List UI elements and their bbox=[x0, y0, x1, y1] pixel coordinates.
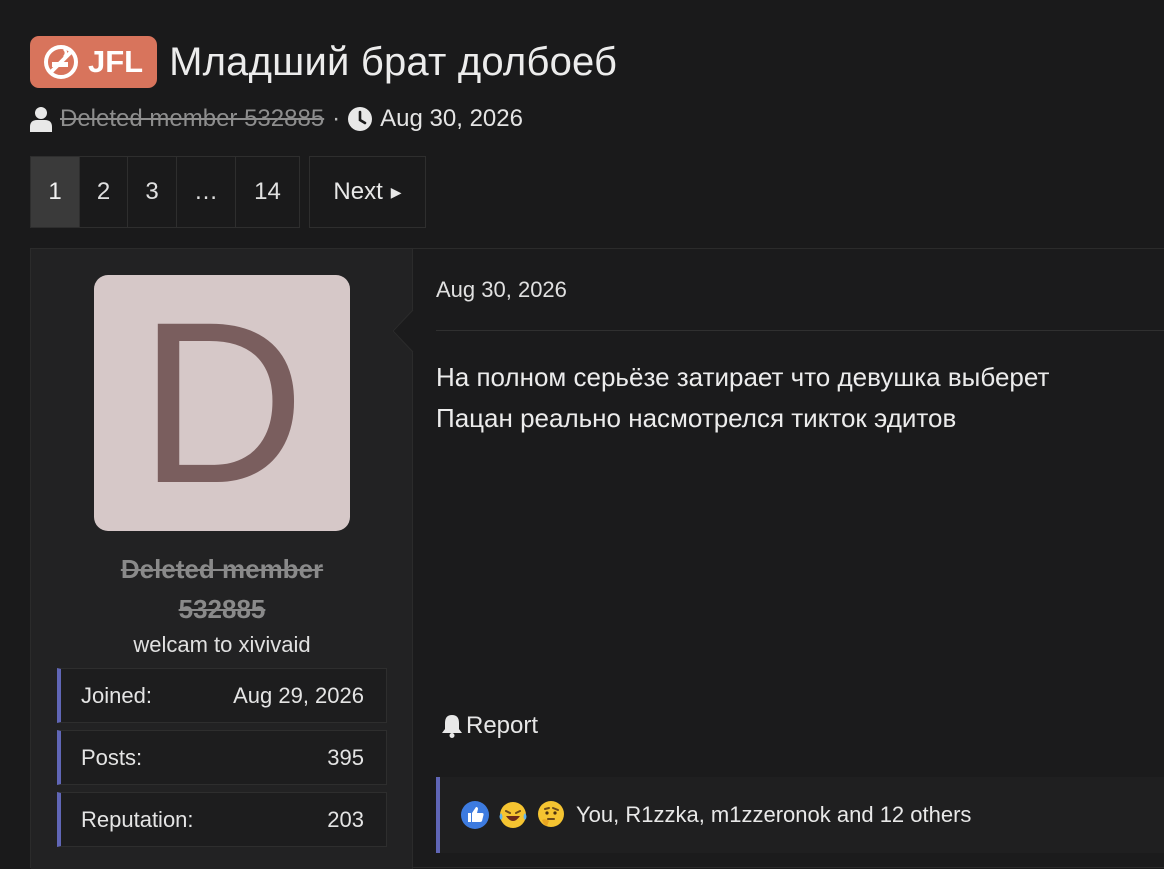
clock-icon bbox=[348, 107, 373, 131]
avatar-letter: D bbox=[138, 274, 306, 531]
stat-posts: Posts: 395 bbox=[57, 730, 387, 785]
page-3-button[interactable]: 3 bbox=[128, 157, 177, 227]
stat-value[interactable]: 395 bbox=[327, 745, 364, 771]
thinking-emoji-icon bbox=[538, 801, 564, 827]
reactions-bar[interactable]: You, R1zzka, m1zzeronok and 12 others bbox=[436, 777, 1164, 853]
prefix-label: JFL bbox=[88, 44, 144, 79]
report-button[interactable]: Report bbox=[441, 712, 538, 740]
next-label: Next bbox=[333, 178, 383, 205]
stat-label: Joined: bbox=[81, 682, 152, 708]
like-emoji-icon bbox=[461, 801, 489, 829]
thread-author-link[interactable]: Deleted member 532885 bbox=[60, 105, 324, 133]
thread-date-link[interactable]: Aug 30, 2026 bbox=[380, 105, 523, 133]
next-page-button[interactable]: Next ▶ bbox=[309, 156, 426, 228]
page-jump-button[interactable]: … bbox=[177, 157, 236, 227]
post-username[interactable]: Deleted member 532885 bbox=[31, 549, 413, 629]
username-line-1: Deleted member bbox=[120, 554, 324, 584]
no-smoking-icon bbox=[44, 45, 78, 79]
message-line-2: Пацан реально насмотрелся тикток эдитов bbox=[436, 403, 957, 433]
stat-label: Reputation: bbox=[81, 806, 194, 832]
thread-title: Младший брат долбоеб bbox=[169, 39, 618, 84]
meta-separator: · bbox=[332, 105, 341, 132]
thread-meta: Deleted member 532885 · Aug 30, 2026 bbox=[30, 103, 523, 135]
user-icon bbox=[30, 107, 52, 132]
stat-joined: Joined: Aug 29, 2026 bbox=[57, 668, 387, 723]
thread-header: JFL Младший брат долбоеб bbox=[30, 36, 617, 88]
reactions-summary[interactable]: You, R1zzka, m1zzeronok and 12 others bbox=[576, 802, 971, 828]
caret-right-icon: ▶ bbox=[390, 183, 402, 200]
page-list: 1 2 3 … 14 bbox=[30, 156, 300, 228]
message-arrow bbox=[392, 309, 414, 353]
user-title: welcam to xivivaid bbox=[133, 632, 311, 657]
stat-label: Posts: bbox=[81, 744, 143, 770]
message-line-1: На полном серьёзе затирает что девушка в… bbox=[436, 362, 1050, 392]
bell-icon bbox=[442, 715, 462, 738]
post-date-link[interactable]: Aug 30, 2026 bbox=[436, 277, 567, 303]
avatar[interactable]: D bbox=[94, 275, 350, 531]
page-2-button[interactable]: 2 bbox=[80, 157, 128, 227]
post-message: На полном серьёзе затирает что девушка в… bbox=[436, 357, 1049, 439]
stat-reputation: Reputation: 203 bbox=[57, 792, 387, 847]
prefix-badge[interactable]: JFL bbox=[30, 36, 158, 88]
post-divider bbox=[436, 330, 1164, 331]
page-1-button[interactable]: 1 bbox=[31, 157, 80, 227]
stat-value: 203 bbox=[327, 806, 364, 832]
pagination: 1 2 3 … 14 Next ▶ bbox=[30, 156, 426, 228]
post: D Deleted member 532885 welcam to xiviva… bbox=[30, 248, 1164, 869]
stat-value: Aug 29, 2026 bbox=[233, 682, 364, 708]
username-line-2: 532885 bbox=[178, 594, 266, 624]
report-label: Report bbox=[466, 712, 539, 739]
page-14-button[interactable]: 14 bbox=[236, 157, 299, 227]
laugh-cry-emoji-icon bbox=[499, 802, 527, 828]
post-user-column: D Deleted member 532885 welcam to xiviva… bbox=[31, 249, 414, 869]
